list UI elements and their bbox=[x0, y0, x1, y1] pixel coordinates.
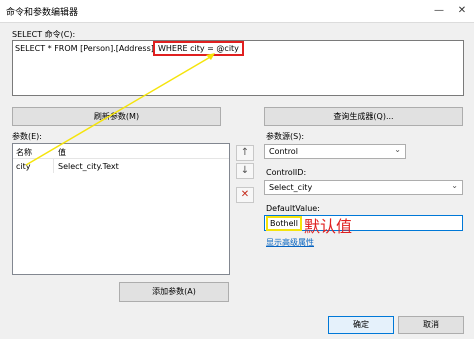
chevron-down-icon: ⌄ bbox=[394, 145, 401, 154]
default-value-text: Bothell bbox=[266, 216, 302, 231]
param-source-select[interactable]: Control ⌄ bbox=[264, 144, 406, 159]
show-advanced-link[interactable]: 显示高级属性 bbox=[266, 237, 314, 248]
params-label: 参数(E): bbox=[12, 132, 42, 141]
params-grid[interactable]: 名称 值 city Select_city.Text bbox=[12, 143, 230, 275]
window-title: 命令和参数编辑器 bbox=[6, 8, 79, 18]
sql-command-textarea[interactable]: SELECT * FROM [Person].[Address] WHERE c… bbox=[12, 40, 464, 96]
sql-text-prefix: SELECT * FROM [Person].[Address] bbox=[15, 44, 154, 53]
default-value-label: DefaultValue: bbox=[266, 204, 320, 213]
column-header-value: 值 bbox=[58, 148, 66, 157]
delete-icon: ✕ bbox=[240, 189, 250, 200]
query-builder-button[interactable]: 查询生成器(Q)... bbox=[264, 107, 463, 126]
param-source-value: Control bbox=[269, 147, 298, 156]
select-command-label: SELECT 命令(C): bbox=[12, 30, 76, 39]
minimize-icon[interactable]: — bbox=[428, 0, 450, 22]
ok-button[interactable]: 确定 bbox=[328, 316, 394, 334]
cell-divider bbox=[53, 159, 54, 173]
delete-param-button[interactable]: ✕ bbox=[236, 187, 254, 203]
close-icon[interactable]: ✕ bbox=[451, 0, 473, 22]
refresh-params-button[interactable]: 刷新参数(M) bbox=[12, 107, 221, 126]
param-source-label: 参数源(S): bbox=[266, 132, 305, 141]
table-row[interactable]: city Select_city.Text bbox=[13, 159, 229, 173]
control-id-select[interactable]: Select_city ⌄ bbox=[264, 180, 463, 195]
default-value-annotation: 默认值 bbox=[304, 217, 353, 236]
add-param-button[interactable]: 添加参数(A) bbox=[119, 282, 229, 302]
param-value-cell: Select_city.Text bbox=[58, 162, 119, 171]
move-up-button[interactable]: ↑ bbox=[236, 145, 254, 161]
default-value-input[interactable]: Bothell bbox=[264, 215, 463, 231]
cancel-button[interactable]: 取消 bbox=[398, 316, 464, 334]
control-id-label: ControlID: bbox=[266, 168, 307, 177]
arrow-down-icon: ↓ bbox=[240, 165, 250, 176]
arrow-up-icon: ↑ bbox=[240, 147, 250, 158]
chevron-down-icon: ⌄ bbox=[451, 181, 458, 190]
control-id-value: Select_city bbox=[269, 183, 313, 192]
column-header-name: 名称 bbox=[16, 148, 32, 157]
param-name-cell: city bbox=[16, 162, 31, 171]
sql-where-highlight: WHERE city = @city bbox=[153, 41, 244, 56]
title-bar: 命令和参数编辑器 — ✕ bbox=[0, 0, 474, 23]
move-down-button[interactable]: ↓ bbox=[236, 163, 254, 179]
params-header: 名称 值 bbox=[13, 144, 229, 159]
